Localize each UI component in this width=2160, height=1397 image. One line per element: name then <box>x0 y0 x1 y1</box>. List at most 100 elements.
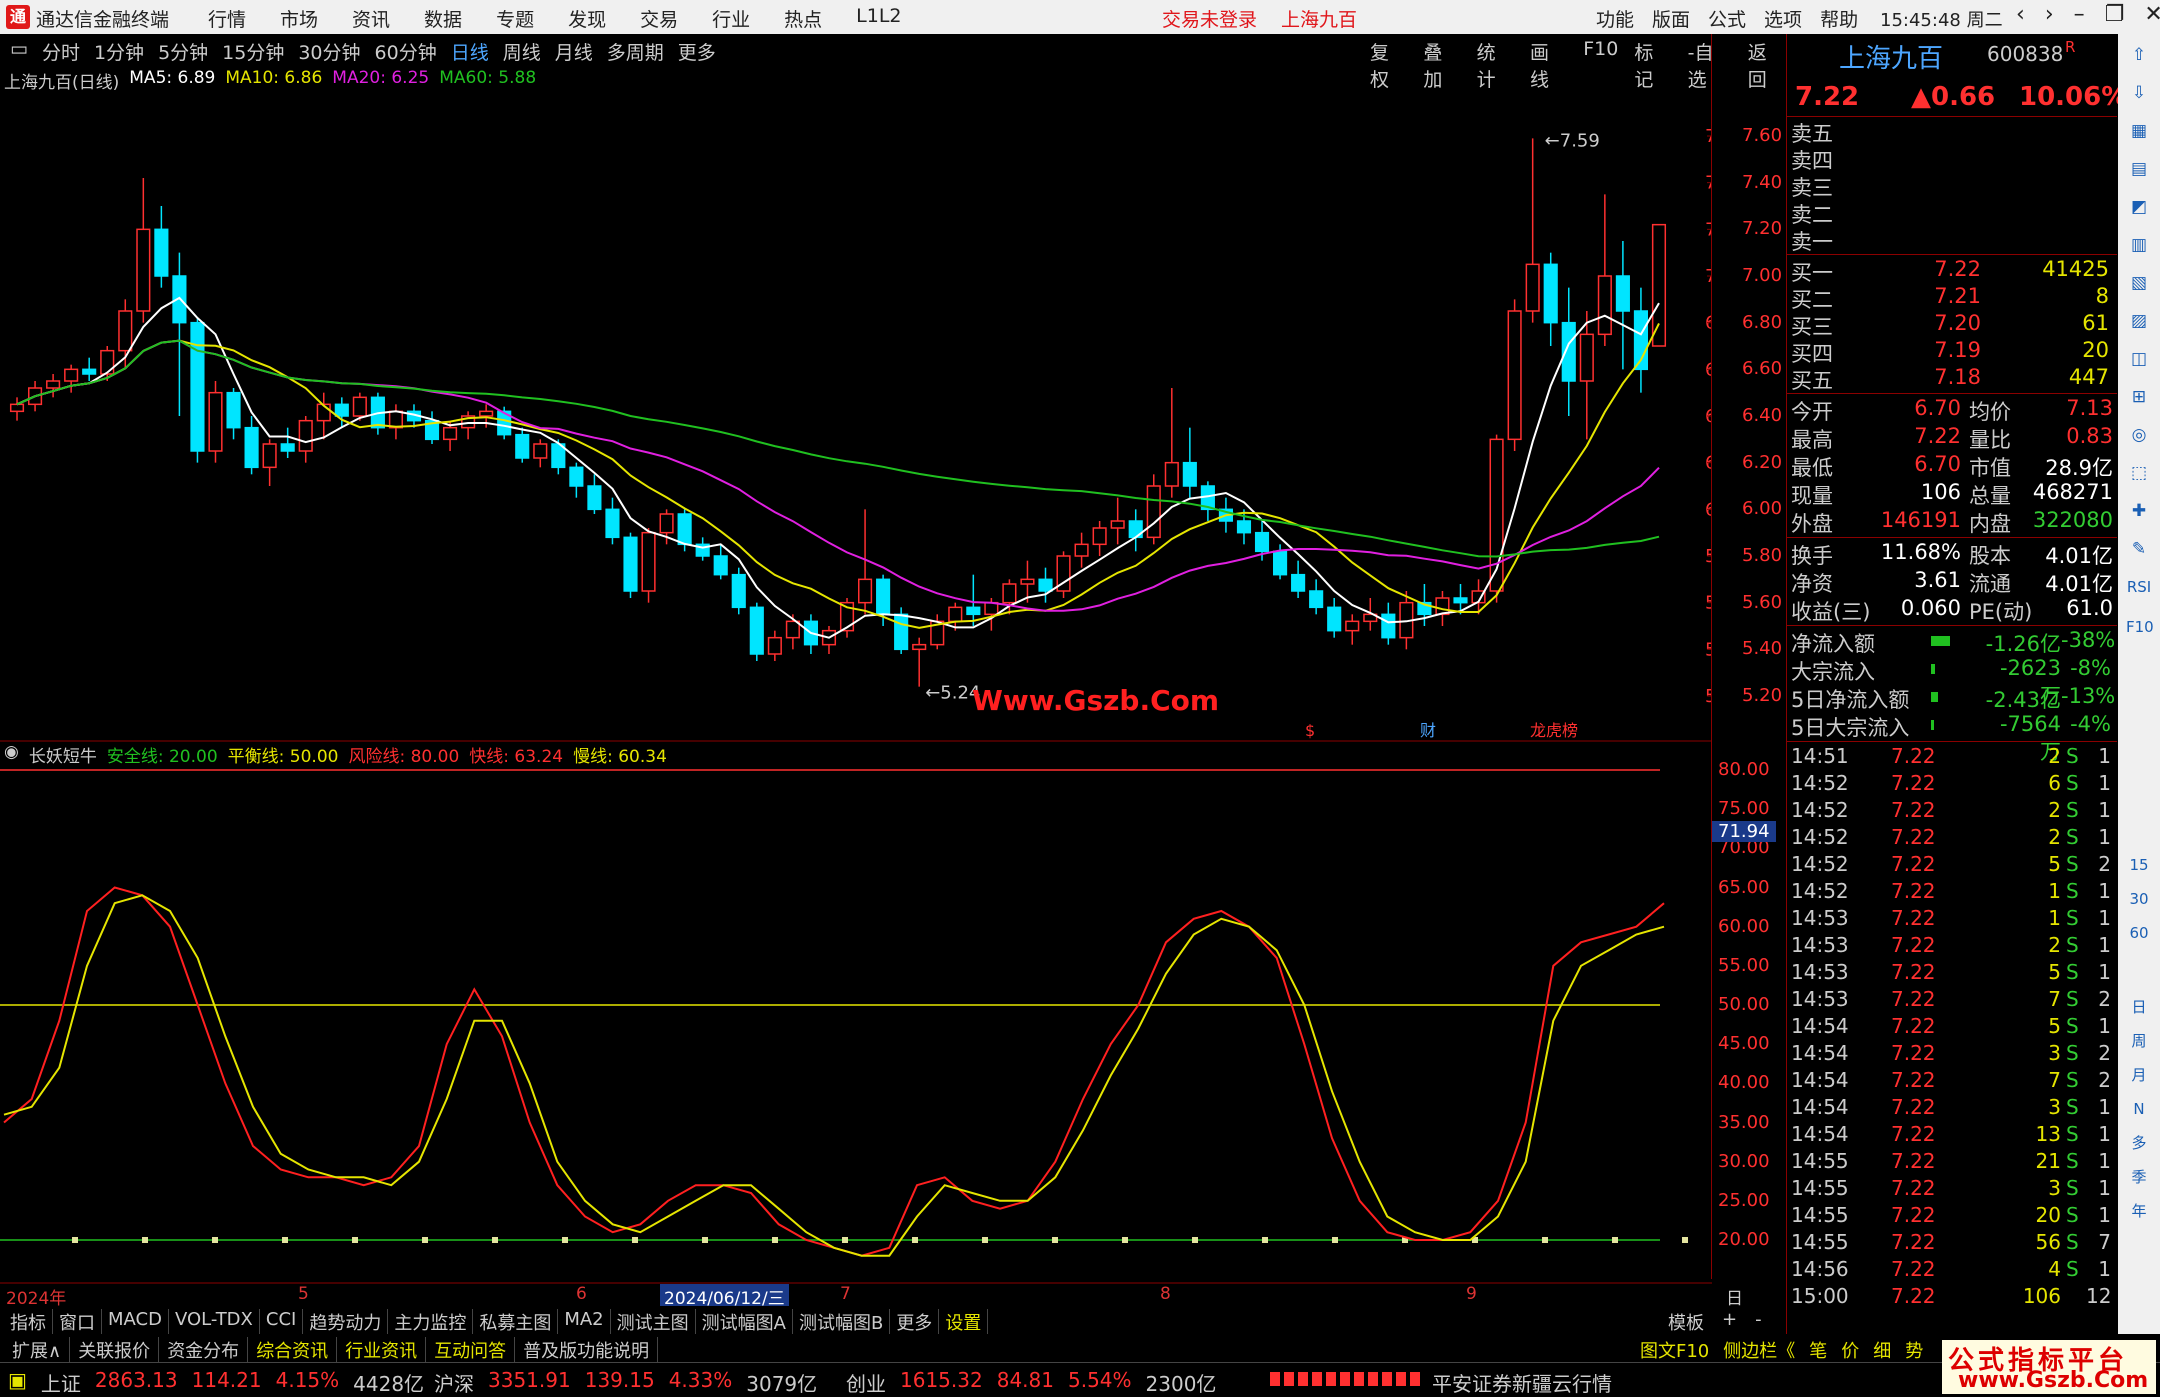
indicator-tab-11[interactable]: 测试幅图B <box>793 1309 891 1335</box>
indicator-tab-1[interactable]: 窗口 <box>53 1309 102 1335</box>
period-tab-3[interactable]: 15分钟 <box>222 38 284 65</box>
side-tool-icon[interactable]: ▧ <box>2126 270 2152 296</box>
side-tool-icon[interactable]: ▥ <box>2126 232 2152 258</box>
side-period-3[interactable]: N <box>2126 1096 2152 1122</box>
indicator-tab-9[interactable]: 测试主图 <box>611 1309 696 1335</box>
indicator-tab-6[interactable]: 主力监控 <box>388 1309 474 1335</box>
indicator-tab-4[interactable]: CCI <box>260 1309 304 1335</box>
right-menu-item-1[interactable]: 版面 <box>1652 5 1690 32</box>
extension-right-item-0[interactable]: 图文F10 <box>1640 1337 1709 1363</box>
index-chuangye[interactable]: 创业 1615.32 84.81 5.54% 2300亿 <box>846 1368 1216 1397</box>
index-hushen[interactable]: 沪深 3351.91 139.15 4.33% 3079亿 <box>434 1368 817 1397</box>
back-icon[interactable]: ‹ <box>2016 2 2025 27</box>
event-marker[interactable]: 龙虎榜 <box>1530 721 1578 740</box>
menu-item-1[interactable]: 市场 <box>280 5 318 32</box>
period-tab-7[interactable]: 周线 <box>503 38 541 65</box>
bid-row[interactable]: 买一 7.22 41425 <box>1791 257 2113 285</box>
period-menu-icon[interactable]: ▭ <box>10 38 28 65</box>
indicator-tab-8[interactable]: MA2 <box>558 1309 611 1335</box>
bid-row[interactable]: 买四 7.19 20 <box>1791 338 2113 366</box>
fund-flow-row[interactable]: 5日大宗流入 -7564万 -4% <box>1791 712 2113 764</box>
fund-flow-row[interactable]: 净流入额 -1.26亿 -38% <box>1791 628 2115 656</box>
period-tab-6[interactable]: 日线 <box>451 38 489 65</box>
indicator-tab-0[interactable]: 指标 <box>4 1309 53 1335</box>
side-period-0[interactable]: 日 <box>2126 994 2152 1020</box>
extension-item-4[interactable]: 行业资讯 <box>337 1337 427 1363</box>
forward-icon[interactable]: › <box>2045 2 2054 27</box>
menu-item-9[interactable]: L1L2 <box>856 5 901 32</box>
ask-row[interactable]: 卖一 <box>1791 226 2113 254</box>
menu-item-2[interactable]: 资讯 <box>352 5 390 32</box>
side-period-10[interactable]: RSI <box>2126 574 2152 600</box>
fund-flow-row[interactable]: 大宗流入 -2623万 -8% <box>1791 656 2113 708</box>
side-period-6[interactable]: 年 <box>2126 1198 2152 1224</box>
extension-item-3[interactable]: 综合资讯 <box>248 1337 338 1363</box>
indicator-tab-13[interactable]: 设置 <box>939 1309 989 1335</box>
bid-row[interactable]: 买二 7.21 8 <box>1791 284 2113 312</box>
side-tool-icon[interactable]: ✎ <box>2126 536 2152 562</box>
side-tool-icon[interactable]: ▨ <box>2126 308 2152 334</box>
period-tab-2[interactable]: 5分钟 <box>158 38 208 65</box>
right-menu-item-0[interactable]: 功能 <box>1596 5 1634 32</box>
ask-row[interactable]: 卖四 <box>1791 145 2113 173</box>
period-tab-4[interactable]: 30分钟 <box>298 38 360 65</box>
side-tool-icon[interactable]: ✚ <box>2126 498 2152 524</box>
menu-item-5[interactable]: 发现 <box>568 5 606 32</box>
side-period-1[interactable]: 周 <box>2126 1028 2152 1054</box>
extension-right-item-1[interactable]: 侧边栏《 <box>1723 1337 1795 1363</box>
period-tab-0[interactable]: 分时 <box>42 38 80 65</box>
menu-item-3[interactable]: 数据 <box>424 5 462 32</box>
event-marker[interactable]: $ <box>1305 721 1315 740</box>
extension-item-0[interactable]: 扩展∧ <box>4 1337 71 1363</box>
side-tool-icon[interactable]: ▤ <box>2126 156 2152 182</box>
side-period-11[interactable]: F10 <box>2126 614 2154 640</box>
indicator-tab-5[interactable]: 趋势动力 <box>303 1309 389 1335</box>
candlestick-chart[interactable]: 7.607.407.207.006.806.606.406.206.005.80… <box>0 66 1712 742</box>
menu-item-6[interactable]: 交易 <box>640 5 678 32</box>
extension-right-item-2[interactable]: 笔 <box>1809 1337 1827 1363</box>
side-tool-icon[interactable]: ⬚ <box>2126 460 2152 486</box>
bid-row[interactable]: 买三 7.20 61 <box>1791 311 2113 339</box>
period-tab-9[interactable]: 多周期 <box>607 38 664 65</box>
menu-item-8[interactable]: 热点 <box>784 5 822 32</box>
menu-item-4[interactable]: 专题 <box>496 5 534 32</box>
indicator-tab-2[interactable]: MACD <box>102 1309 169 1335</box>
ask-row[interactable]: 卖二 <box>1791 199 2113 227</box>
event-marker[interactable]: 财 <box>1420 721 1436 740</box>
side-tool-icon[interactable]: ▦ <box>2126 118 2152 144</box>
side-period-2[interactable]: 月 <box>2126 1062 2152 1088</box>
tab-tool-0[interactable]: 模板 <box>1668 1309 1704 1335</box>
period-tab-10[interactable]: 更多 <box>678 38 716 65</box>
extension-item-6[interactable]: 普及版功能说明 <box>515 1337 659 1363</box>
extension-item-1[interactable]: 关联报价 <box>70 1337 160 1363</box>
side-tool-icon[interactable]: ◎ <box>2126 422 2152 448</box>
tab-tool-1[interactable]: + <box>1722 1309 1737 1335</box>
tab-tool-2[interactable]: - <box>1755 1309 1762 1335</box>
login-status[interactable]: 交易未登录 <box>1162 5 1257 32</box>
extension-item-2[interactable]: 资金分布 <box>159 1337 249 1363</box>
chart-tool-7[interactable]: 返回 <box>1748 38 1785 92</box>
indicator-tab-12[interactable]: 更多 <box>890 1309 940 1335</box>
extension-right-item-4[interactable]: 细 <box>1873 1337 1891 1363</box>
right-menu-item-2[interactable]: 公式 <box>1708 5 1746 32</box>
indicator-chart[interactable] <box>0 740 1712 1284</box>
side-period-8[interactable]: 30 <box>2126 886 2152 912</box>
side-tool-icon[interactable]: ⇧ <box>2126 42 2152 68</box>
side-period-9[interactable]: 60 <box>2126 920 2152 946</box>
close-icon[interactable]: ✕ <box>2144 2 2160 27</box>
menu-item-7[interactable]: 行业 <box>712 5 750 32</box>
period-tab-8[interactable]: 月线 <box>555 38 593 65</box>
side-period-7[interactable]: 15 <box>2126 852 2152 878</box>
side-tool-icon[interactable]: ◫ <box>2126 346 2152 372</box>
period-tab-1[interactable]: 1分钟 <box>94 38 144 65</box>
right-menu-item-4[interactable]: 帮助 <box>1820 5 1858 32</box>
period-tab-5[interactable]: 60分钟 <box>375 38 437 65</box>
side-period-5[interactable]: 季 <box>2126 1164 2152 1190</box>
ask-row[interactable]: 卖三 <box>1791 172 2113 200</box>
bid-row[interactable]: 买五 7.18 447 <box>1791 365 2113 393</box>
index-shanghai[interactable]: ▣ 上证 2863.13 114.21 4.15% 4428亿 <box>8 1368 424 1397</box>
extension-item-5[interactable]: 互动问答 <box>426 1337 516 1363</box>
side-period-4[interactable]: 多 <box>2126 1130 2152 1156</box>
indicator-tab-3[interactable]: VOL-TDX <box>169 1309 260 1335</box>
side-tool-icon[interactable]: ◩ <box>2126 194 2152 220</box>
